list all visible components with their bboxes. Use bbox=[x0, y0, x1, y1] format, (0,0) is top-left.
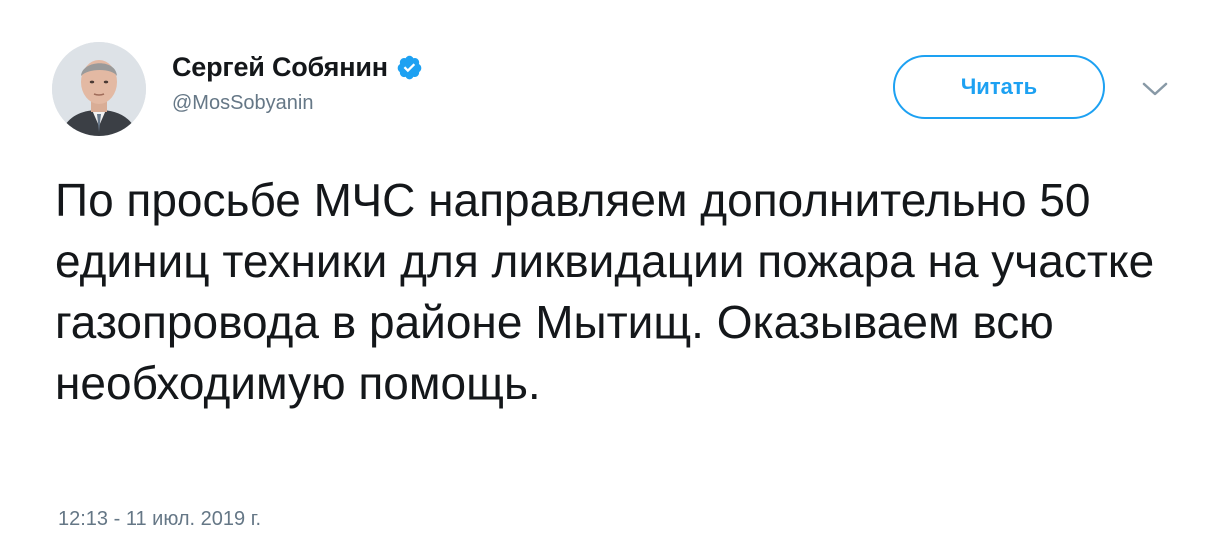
chevron-down-icon[interactable] bbox=[1140, 78, 1170, 100]
avatar-photo bbox=[52, 42, 146, 136]
author-display-name[interactable]: Сергей Собянин bbox=[172, 52, 388, 83]
follow-button[interactable]: Читать bbox=[893, 55, 1105, 119]
verified-badge-icon bbox=[396, 54, 423, 81]
author-info: Сергей Собянин @MosSobyanin bbox=[172, 50, 423, 115]
tweet-text: По просьбе МЧС направляем дополнительно … bbox=[55, 174, 1155, 409]
author-handle[interactable]: @MosSobyanin bbox=[172, 92, 423, 115]
tweet-timestamp[interactable]: 12:13 - 11 июл. 2019 г. bbox=[58, 508, 261, 531]
author-name-row: Сергей Собянин bbox=[172, 50, 423, 84]
avatar[interactable] bbox=[52, 42, 146, 136]
tweet-card: Сергей Собянин @MosSobyanin Читать По пр… bbox=[0, 0, 1232, 554]
